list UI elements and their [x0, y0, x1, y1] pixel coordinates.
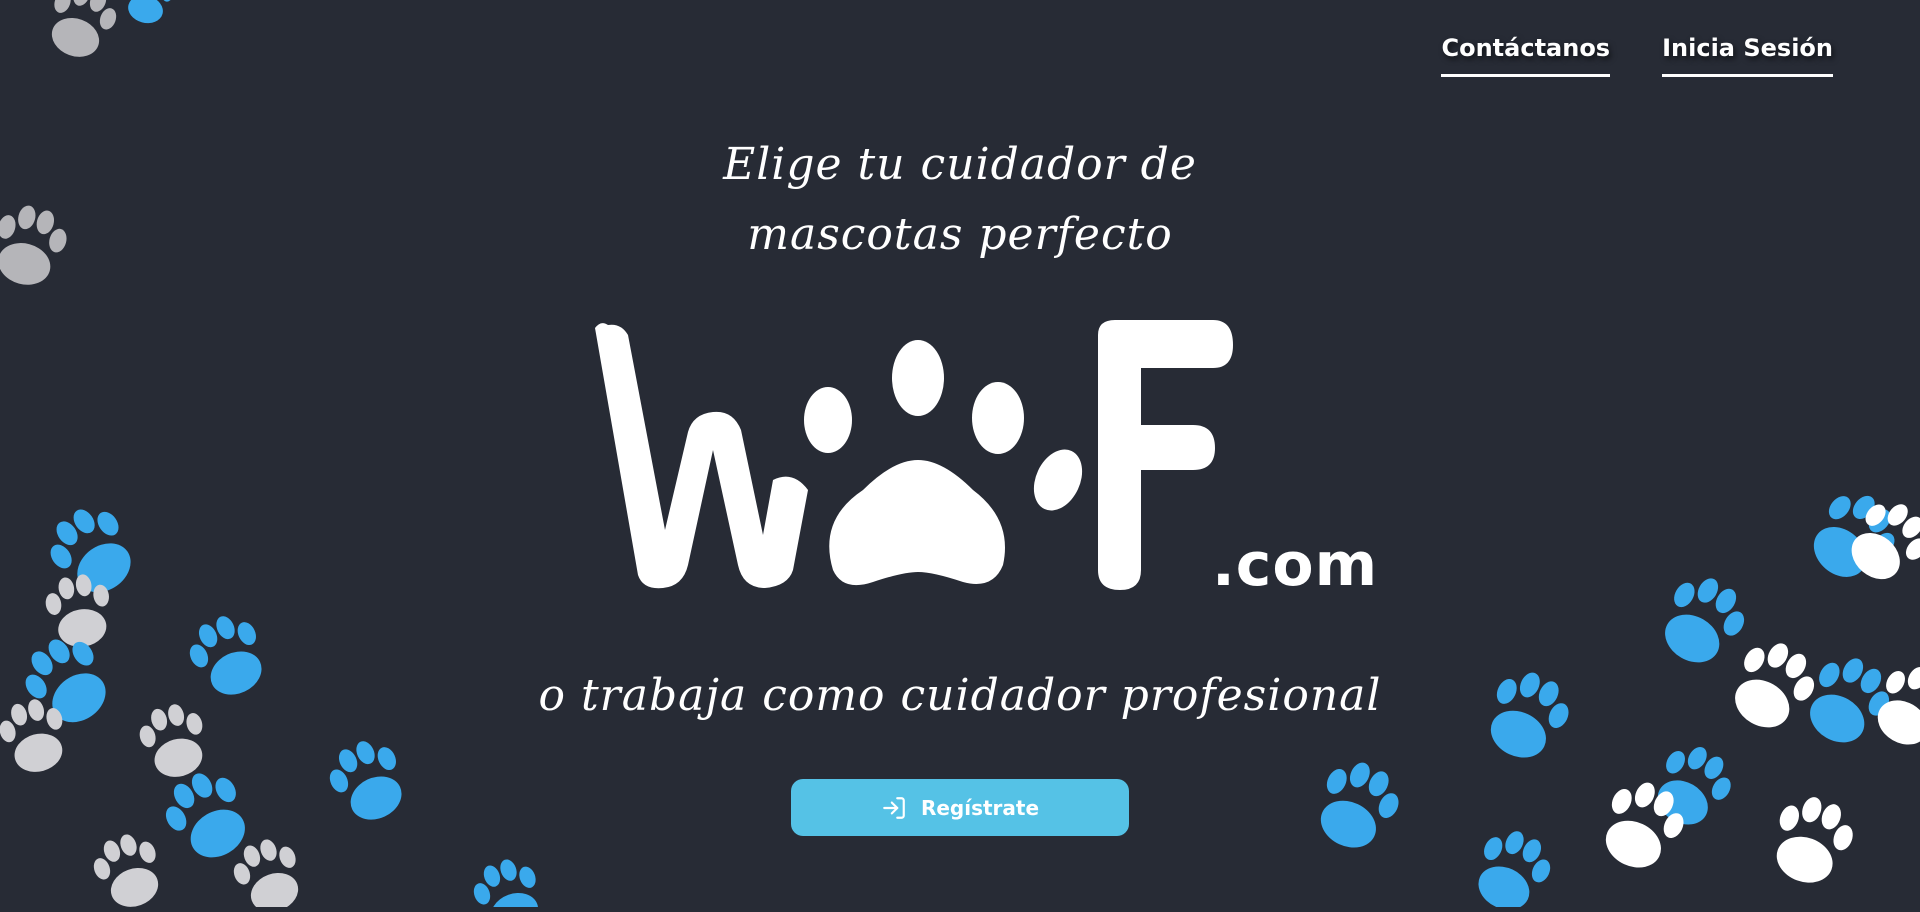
paw-icon	[119, 0, 178, 29]
hero-tagline: Elige tu cuidador de mascotas perfecto	[0, 130, 1920, 270]
paw-icon	[37, 495, 148, 608]
paw-icon	[86, 826, 171, 912]
paw-icon	[1589, 771, 1694, 881]
paw-icon	[1642, 735, 1742, 838]
tagline-line-1: Elige tu cuidador de	[723, 139, 1197, 190]
paw-icon	[1304, 751, 1409, 861]
login-link[interactable]: Inicia Sesión	[1662, 34, 1833, 77]
paw-icon	[41, 570, 117, 652]
paw-icon	[1463, 821, 1560, 912]
paw-icon	[1761, 788, 1862, 894]
paw-icon	[1648, 565, 1757, 677]
logo-domain-suffix: .com	[1212, 530, 1379, 600]
paw-icon	[153, 760, 262, 872]
paw-icon	[466, 851, 551, 912]
register-button-label: Regístrate	[920, 795, 1040, 820]
login-arrow-icon	[883, 796, 905, 819]
tagline-line-2: mascotas perfecto	[747, 209, 1173, 260]
paw-icon	[1796, 479, 1909, 594]
contact-link[interactable]: Contáctanos	[1441, 34, 1611, 77]
logo-mark	[595, 320, 1233, 590]
paw-icon	[226, 831, 311, 912]
paw-icon	[39, 0, 124, 66]
register-button[interactable]: Regístrate	[791, 779, 1129, 836]
top-nav: Contáctanos Inicia Sesión	[1441, 34, 1833, 77]
paw-icon	[1835, 489, 1920, 595]
hero-subtitle: o trabaja como cuidador profesional	[538, 670, 1382, 721]
paw-icon	[320, 731, 417, 832]
